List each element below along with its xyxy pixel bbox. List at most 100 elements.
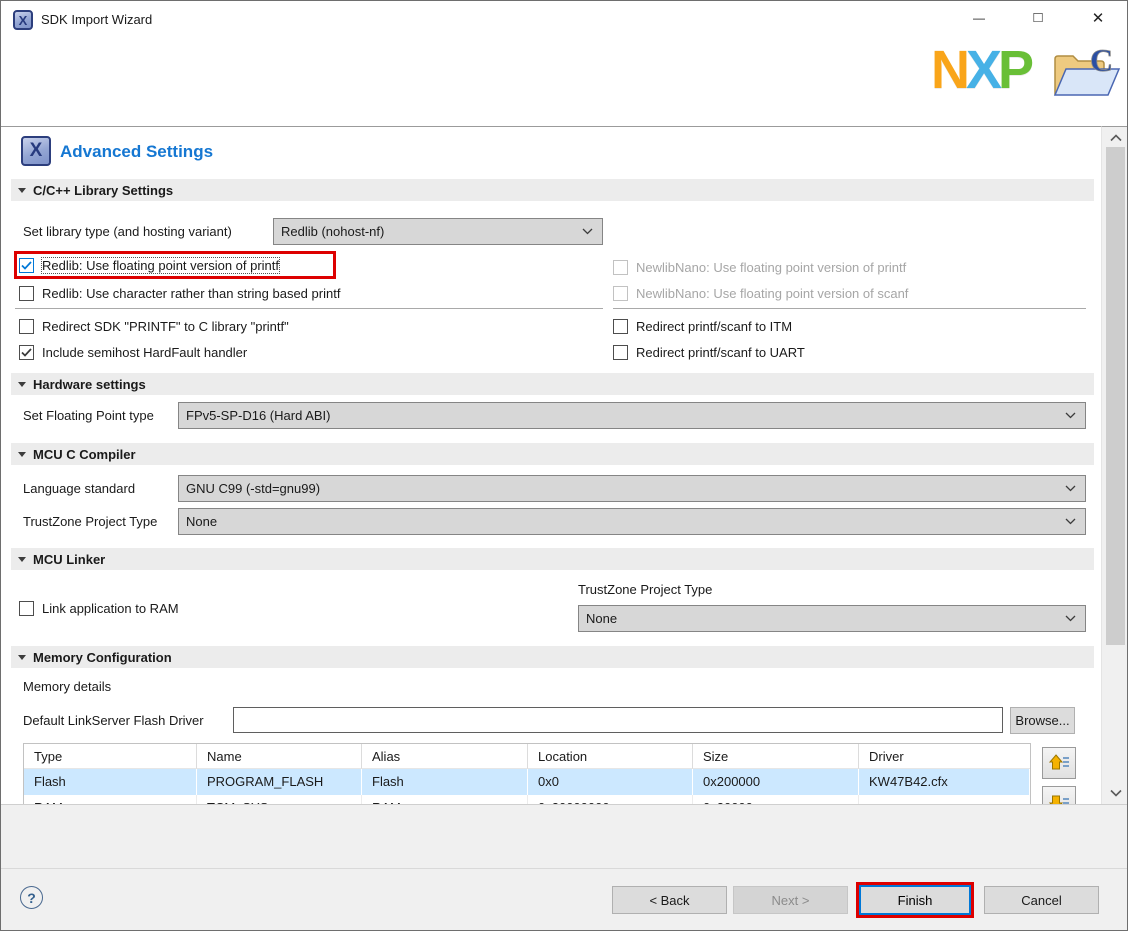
divider: [613, 308, 1086, 309]
scrollbar-thumb[interactable]: [1106, 147, 1125, 645]
fpu-type-select[interactable]: FPv5-SP-D16 (Hard ABI): [178, 402, 1086, 429]
language-standard-select[interactable]: GNU C99 (-std=gnu99): [178, 475, 1086, 502]
checkbox-redirect-itm[interactable]: Redirect printf/scanf to ITM: [613, 316, 792, 336]
nxp-letter-p: P: [998, 40, 1034, 100]
browse-button[interactable]: Browse...: [1010, 707, 1075, 734]
section-title: C/C++ Library Settings: [33, 182, 174, 198]
compiler-trustzone-label: TrustZone Project Type: [23, 514, 158, 529]
maximize-icon: □: [1033, 9, 1043, 26]
checkbox-label: NewlibNano: Use floating point version o…: [636, 285, 909, 301]
column-header[interactable]: Location: [528, 744, 693, 769]
section-title: MCU Linker: [33, 551, 106, 567]
linker-trustzone-label: TrustZone Project Type: [578, 582, 713, 597]
section-mcu-linker[interactable]: MCU Linker: [11, 548, 1094, 570]
cell-alias: RAM: [362, 795, 528, 804]
checkbox-redirect-uart[interactable]: Redirect printf/scanf to UART: [613, 342, 805, 362]
checkbox-disabled-icon: [613, 285, 628, 301]
checkbox-newlibnano-scanf: NewlibNano: Use floating point version o…: [613, 283, 908, 303]
minimize-button[interactable]: —: [956, 1, 1002, 34]
checkbox-semihost-hardfault[interactable]: Include semihost HardFault handler: [19, 342, 247, 362]
nxp-letter-n: N: [931, 40, 970, 100]
section-hardware-settings[interactable]: Hardware settings: [11, 373, 1094, 395]
checkbox-unchecked-icon[interactable]: [19, 285, 34, 301]
checkbox-redlib-char-printf[interactable]: Redlib: Use character rather than string…: [19, 283, 340, 303]
cell-alias: Flash: [362, 769, 528, 795]
memory-table[interactable]: Type Name Alias Location Size Driver Fla…: [23, 743, 1031, 804]
vertical-scrollbar[interactable]: [1101, 126, 1127, 804]
page-title: Advanced Settings: [60, 142, 214, 161]
memory-table-header: Type Name Alias Location Size Driver: [24, 744, 1030, 769]
wizard-content: X Advanced Settings C/C++ Library Settin…: [1, 126, 1101, 804]
table-row-ram[interactable]: RAM TCM_SYS RAM 0x20000000 0x20000: [24, 795, 1030, 804]
collapse-triangle-icon: [18, 187, 26, 193]
sdk-import-wizard-dialog: X SDK Import Wizard — □ ✕ NXP C X Advanc…: [0, 0, 1128, 931]
language-standard-label: Language standard: [23, 481, 136, 496]
collapse-triangle-icon: [18, 451, 26, 457]
move-down-button[interactable]: [1042, 786, 1076, 804]
finish-highlight: Finish: [856, 882, 974, 918]
arrow-up-icon: [1048, 754, 1069, 770]
collapse-triangle-icon: [18, 556, 26, 562]
section-mcu-c-compiler[interactable]: MCU C Compiler: [11, 443, 1094, 465]
help-button[interactable]: ?: [20, 886, 43, 909]
linker-trustzone-value: None: [586, 611, 618, 626]
checkbox-checked-icon[interactable]: [19, 257, 34, 273]
question-mark-icon: ?: [27, 889, 36, 906]
scroll-down-button[interactable]: [1102, 784, 1127, 801]
column-header[interactable]: Driver: [859, 744, 1030, 769]
column-header[interactable]: Type: [24, 744, 197, 769]
back-button[interactable]: < Back: [612, 886, 727, 914]
checkbox-label: Redlib: Use floating point version of pr…: [40, 256, 281, 274]
cell-name: PROGRAM_FLASH: [197, 769, 362, 795]
chevron-down-icon: [1065, 412, 1076, 419]
next-button[interactable]: Next >: [733, 886, 848, 914]
checkbox-link-app-to-ram[interactable]: Link application to RAM: [19, 598, 179, 618]
linker-trustzone-select[interactable]: None: [578, 605, 1086, 632]
collapse-triangle-icon: [18, 381, 26, 387]
checkbox-label: Link application to RAM: [42, 600, 179, 616]
cell-location: 0x20000000: [528, 795, 693, 804]
section-library-settings[interactable]: C/C++ Library Settings: [11, 179, 1094, 201]
column-header[interactable]: Alias: [362, 744, 528, 769]
checkbox-unchecked-icon[interactable]: [613, 318, 628, 334]
table-row-flash[interactable]: Flash PROGRAM_FLASH Flash 0x0 0x200000 K…: [24, 769, 1030, 795]
arrow-down-icon: [1048, 795, 1069, 804]
column-header[interactable]: Name: [197, 744, 362, 769]
checkbox-unchecked-icon[interactable]: [19, 600, 34, 616]
nxp-logo: NXP: [931, 40, 1034, 100]
checkbox-unchecked-icon[interactable]: [19, 318, 34, 334]
section-memory-configuration[interactable]: Memory Configuration: [11, 646, 1094, 668]
cell-driver: KW47B42.cfx: [859, 769, 1030, 795]
checkbox-label: Redirect printf/scanf to UART: [636, 344, 805, 360]
language-standard-value: GNU C99 (-std=gnu99): [186, 481, 321, 496]
move-up-button[interactable]: [1042, 747, 1076, 779]
finish-button[interactable]: Finish: [859, 885, 971, 915]
cancel-button[interactable]: Cancel: [984, 886, 1099, 914]
compiler-trustzone-value: None: [186, 514, 218, 529]
column-header[interactable]: Size: [693, 744, 859, 769]
checkbox-redlib-float-printf[interactable]: Redlib: Use floating point version of pr…: [19, 255, 281, 275]
scroll-up-button[interactable]: [1102, 129, 1127, 146]
divider: [15, 308, 603, 309]
memory-details-label: Memory details: [23, 679, 112, 694]
chevron-up-icon: [1110, 133, 1122, 141]
divider: [1, 868, 1127, 869]
compiler-trustzone-select[interactable]: None: [178, 508, 1086, 535]
checkbox-redirect-sdk-printf[interactable]: Redirect SDK "PRINTF" to C library "prin…: [19, 316, 289, 336]
checkbox-label: Include semihost HardFault handler: [42, 344, 248, 360]
chevron-down-icon: [582, 228, 593, 235]
checkbox-newlibnano-printf: NewlibNano: Use floating point version o…: [613, 257, 906, 277]
library-type-label: Set library type (and hosting variant): [23, 224, 232, 239]
library-type-select[interactable]: Redlib (nohost-nf): [273, 218, 603, 245]
cell-type: RAM: [24, 795, 197, 804]
close-button[interactable]: ✕: [1075, 1, 1121, 34]
page-x-logo-icon: X: [21, 136, 51, 166]
maximize-button[interactable]: □: [1015, 1, 1061, 34]
checkbox-checked-icon[interactable]: [19, 344, 34, 360]
checkbox-label: Redlib: Use character rather than string…: [42, 285, 341, 301]
chevron-down-icon: [1065, 485, 1076, 492]
fpu-type-label: Set Floating Point type: [23, 408, 154, 423]
flash-driver-input[interactable]: [233, 707, 1003, 733]
checkbox-unchecked-icon[interactable]: [613, 344, 628, 360]
nxp-letter-x: X: [966, 40, 1002, 100]
